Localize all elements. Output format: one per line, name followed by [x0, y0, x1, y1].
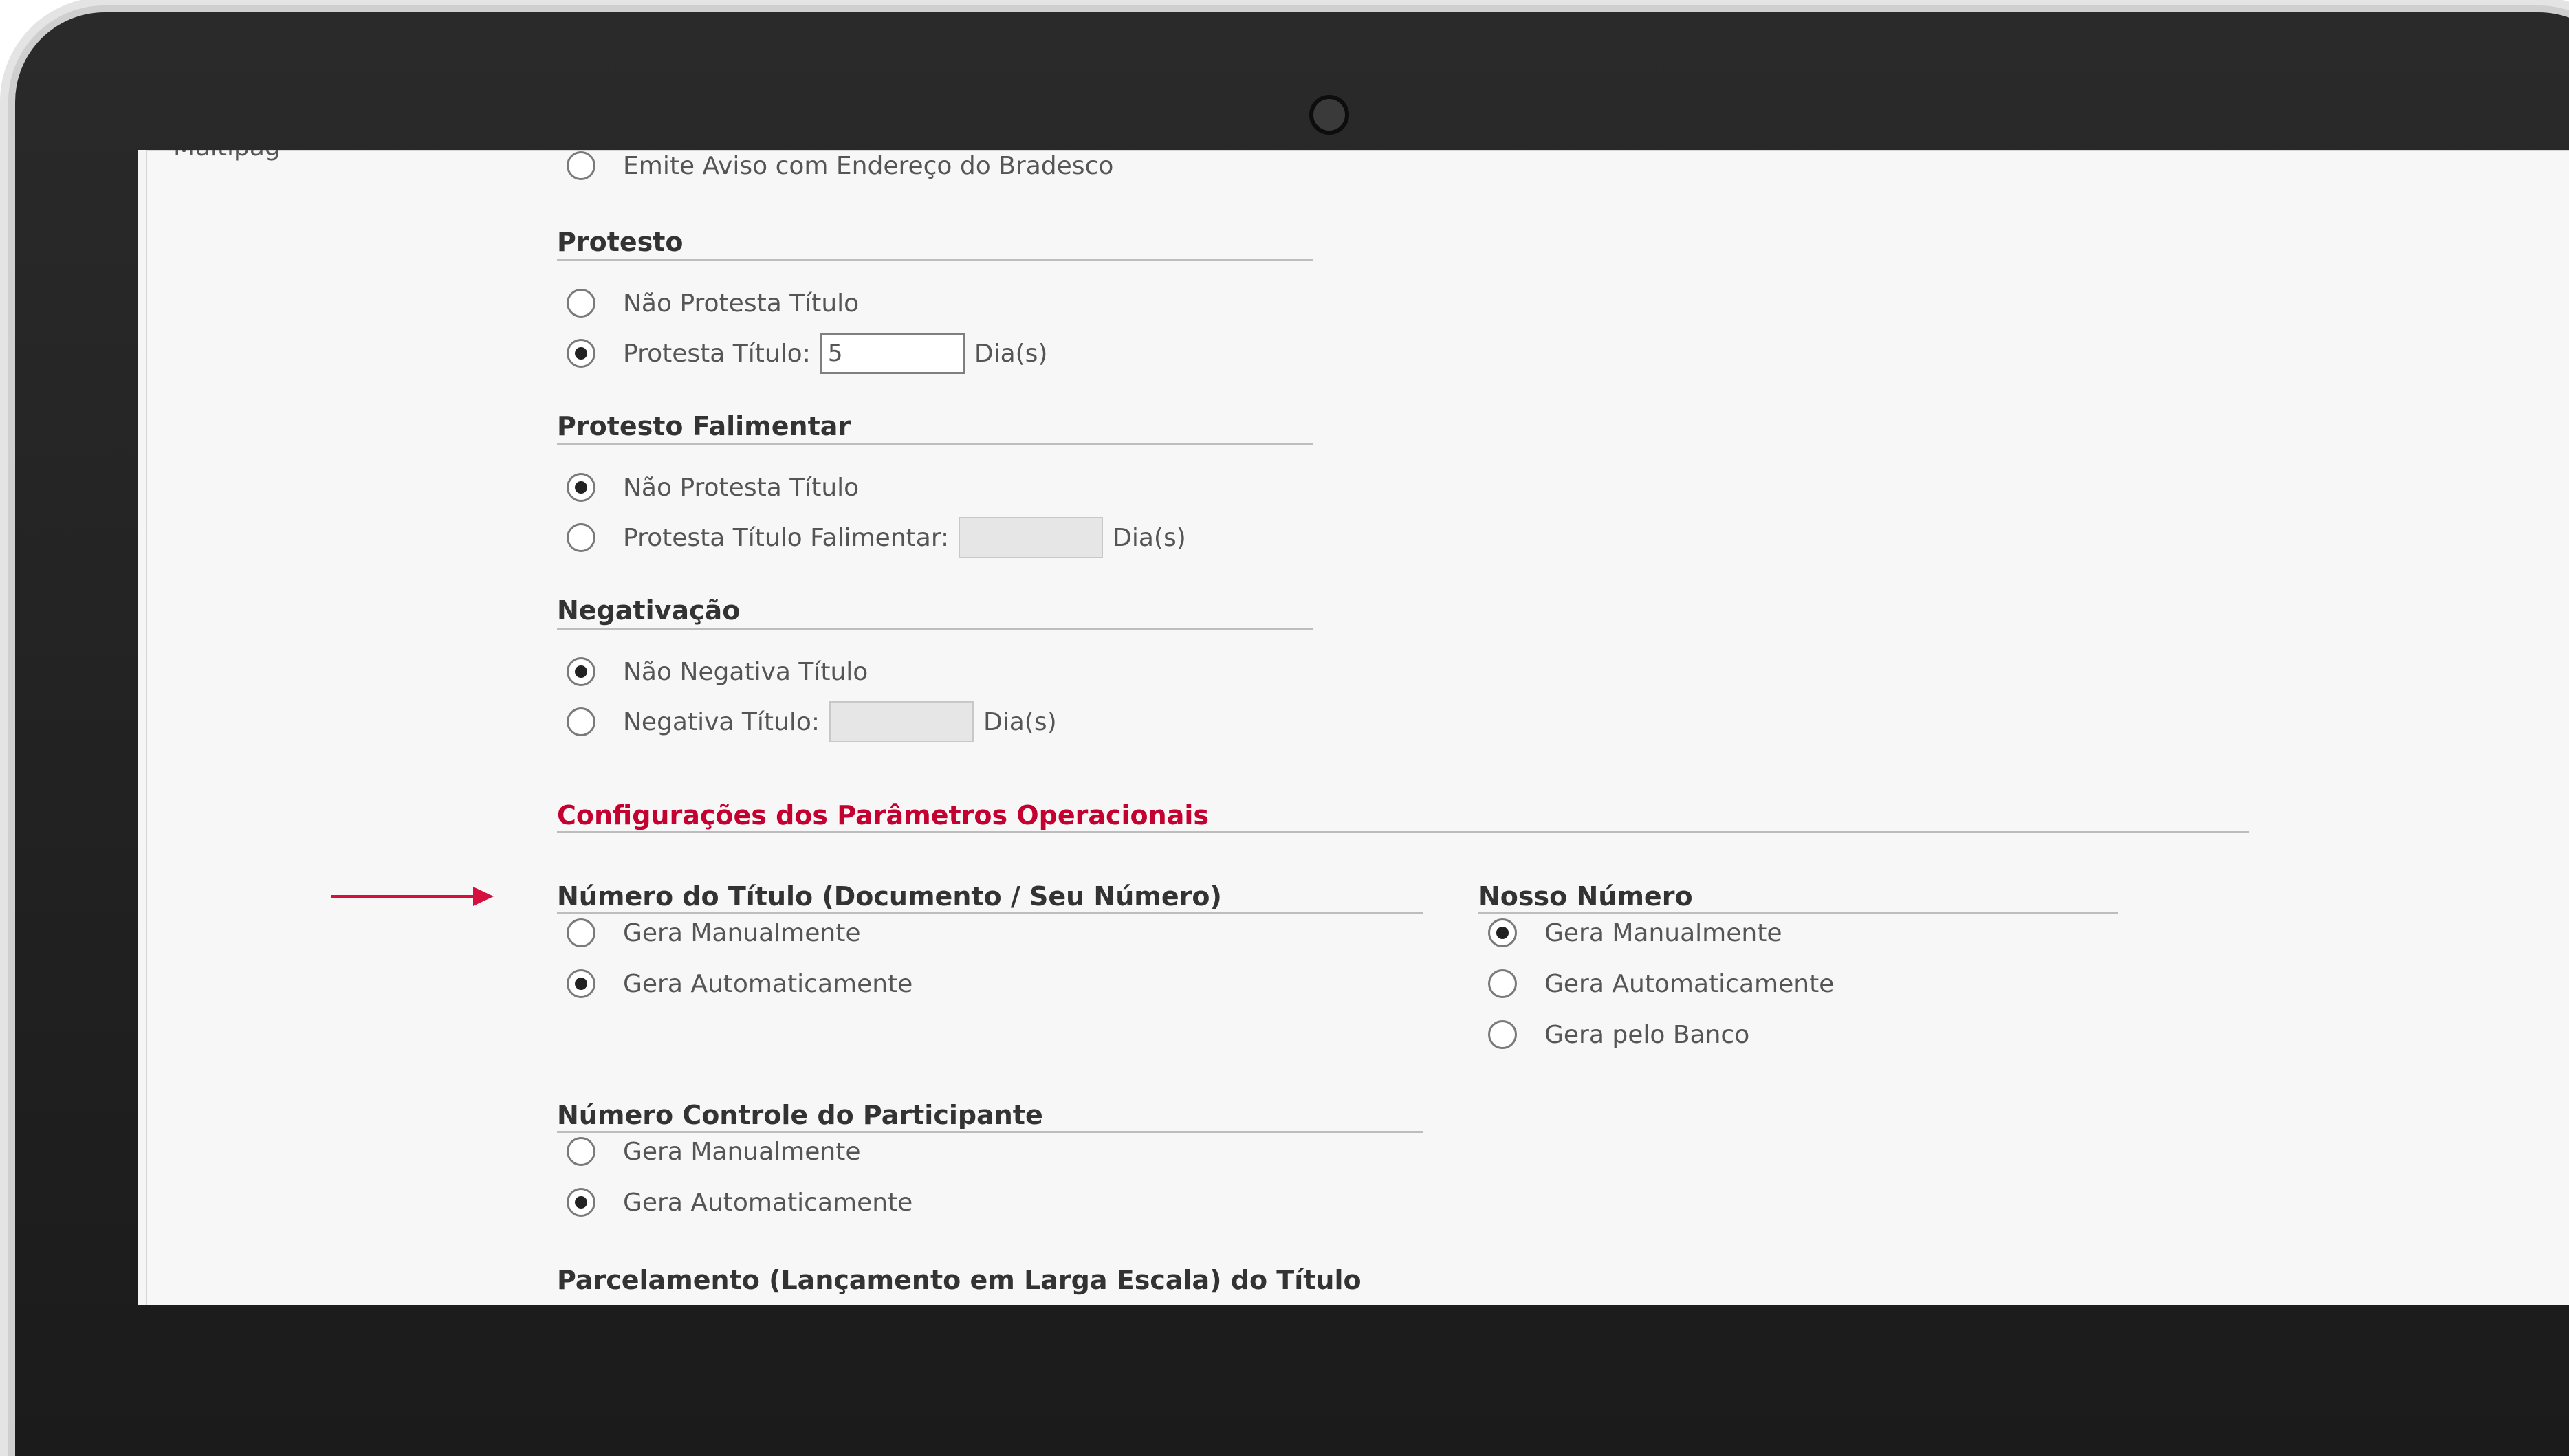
nosso-numero-title: Nosso Número [1478, 881, 1693, 912]
radio-negativa-titulo[interactable] [567, 707, 595, 736]
protesto-falimentar-title: Protesto Falimentar [557, 411, 851, 441]
radio-controle-auto[interactable] [567, 1188, 595, 1217]
nao-negativa-label: Não Negativa Título [623, 657, 868, 686]
radio-controle-manual[interactable] [567, 1137, 595, 1166]
controle-divider [557, 1131, 1423, 1133]
protesto-title: Protesto [557, 227, 684, 257]
protesto-divider [557, 259, 1313, 261]
controle-auto-label: Gera Automaticamente [623, 1188, 913, 1217]
nosso-numero-manual-label: Gera Manualmente [1544, 918, 1782, 947]
falimentar-unit-label: Dia(s) [1113, 523, 1186, 552]
controle-manual-label: Gera Manualmente [623, 1137, 861, 1166]
form-content: Multipag Emite Aviso com Endereço do Bra… [146, 150, 2569, 1305]
falimentar-sim-option[interactable]: Protesta Título Falimentar: Dia(s) [567, 517, 1186, 558]
camera-icon [1309, 95, 1349, 135]
config-section-title: Configurações dos Parâmetros Operacionai… [557, 800, 1209, 830]
negativacao-nao-option[interactable]: Não Negativa Título [567, 657, 868, 686]
protesta-falimentar-label: Protesta Título Falimentar: [623, 523, 950, 552]
pointer-arrow-icon [331, 887, 494, 906]
radio-protesta-titulo[interactable] [567, 339, 595, 368]
nosso-numero-divider [1478, 912, 2118, 914]
falimentar-dias-input[interactable] [959, 517, 1104, 558]
screen: Multipag Emite Aviso com Endereço do Bra… [138, 150, 2569, 1305]
protesto-unit-label: Dia(s) [974, 339, 1048, 368]
nosso-numero-banco-option[interactable]: Gera pelo Banco [1488, 1020, 1749, 1049]
nosso-numero-auto-label: Gera Automaticamente [1544, 969, 1835, 998]
protesto-dias-input[interactable] [820, 333, 965, 374]
radio-nosso-numero-auto[interactable] [1488, 969, 1517, 998]
nao-protesta-falimentar-label: Não Protesta Título [623, 473, 860, 502]
sidebar-item-multipag[interactable]: Multipag [173, 150, 281, 162]
controle-manual-option[interactable]: Gera Manualmente [567, 1137, 860, 1166]
numero-titulo-auto-option[interactable]: Gera Automaticamente [567, 969, 912, 998]
radio-nao-protesta-falimentar[interactable] [567, 473, 595, 502]
negativa-dias-input[interactable] [829, 701, 974, 742]
protesta-titulo-label: Protesta Título: [623, 339, 811, 368]
negativacao-title: Negativação [557, 595, 741, 626]
numero-titulo-manual-label: Gera Manualmente [623, 918, 861, 947]
radio-nao-negativa[interactable] [567, 657, 595, 686]
negativacao-divider [557, 628, 1313, 630]
radio-protesta-falimentar[interactable] [567, 523, 595, 552]
controle-auto-option[interactable]: Gera Automaticamente [567, 1188, 912, 1217]
nosso-numero-manual-option[interactable]: Gera Manualmente [1488, 918, 1782, 947]
nosso-numero-banco-label: Gera pelo Banco [1544, 1020, 1750, 1049]
radio-nosso-numero-banco[interactable] [1488, 1020, 1517, 1049]
controle-title: Número Controle do Participante [557, 1100, 1043, 1130]
radio-emite-aviso[interactable] [567, 151, 595, 180]
nao-protesta-label: Não Protesta Título [623, 289, 860, 318]
falimentar-nao-option[interactable]: Não Protesta Título [567, 473, 859, 502]
numero-titulo-divider [557, 912, 1423, 914]
config-divider [557, 831, 2249, 833]
numero-titulo-manual-option[interactable]: Gera Manualmente [567, 918, 860, 947]
emite-aviso-option[interactable]: Emite Aviso com Endereço do Bradesco [567, 151, 1113, 180]
parcelamento-title: Parcelamento (Lançamento em Larga Escala… [557, 1265, 1362, 1295]
protesto-nao-option[interactable]: Não Protesta Título [567, 289, 859, 318]
negativacao-unit-label: Dia(s) [983, 707, 1057, 736]
nosso-numero-auto-option[interactable]: Gera Automaticamente [1488, 969, 1834, 998]
radio-numero-titulo-auto[interactable] [567, 969, 595, 998]
radio-nosso-numero-manual[interactable] [1488, 918, 1517, 947]
radio-nao-protesta[interactable] [567, 289, 595, 318]
negativacao-sim-option[interactable]: Negativa Título: Dia(s) [567, 701, 1057, 742]
protesto-sim-option[interactable]: Protesta Título: Dia(s) [567, 333, 1047, 374]
numero-titulo-title: Número do Título (Documento / Seu Número… [557, 881, 1222, 912]
radio-numero-titulo-manual[interactable] [567, 918, 595, 947]
emite-aviso-label: Emite Aviso com Endereço do Bradesco [623, 151, 1114, 180]
protesto-falimentar-divider [557, 443, 1313, 445]
numero-titulo-auto-label: Gera Automaticamente [623, 969, 913, 998]
negativa-titulo-label: Negativa Título: [623, 707, 820, 736]
